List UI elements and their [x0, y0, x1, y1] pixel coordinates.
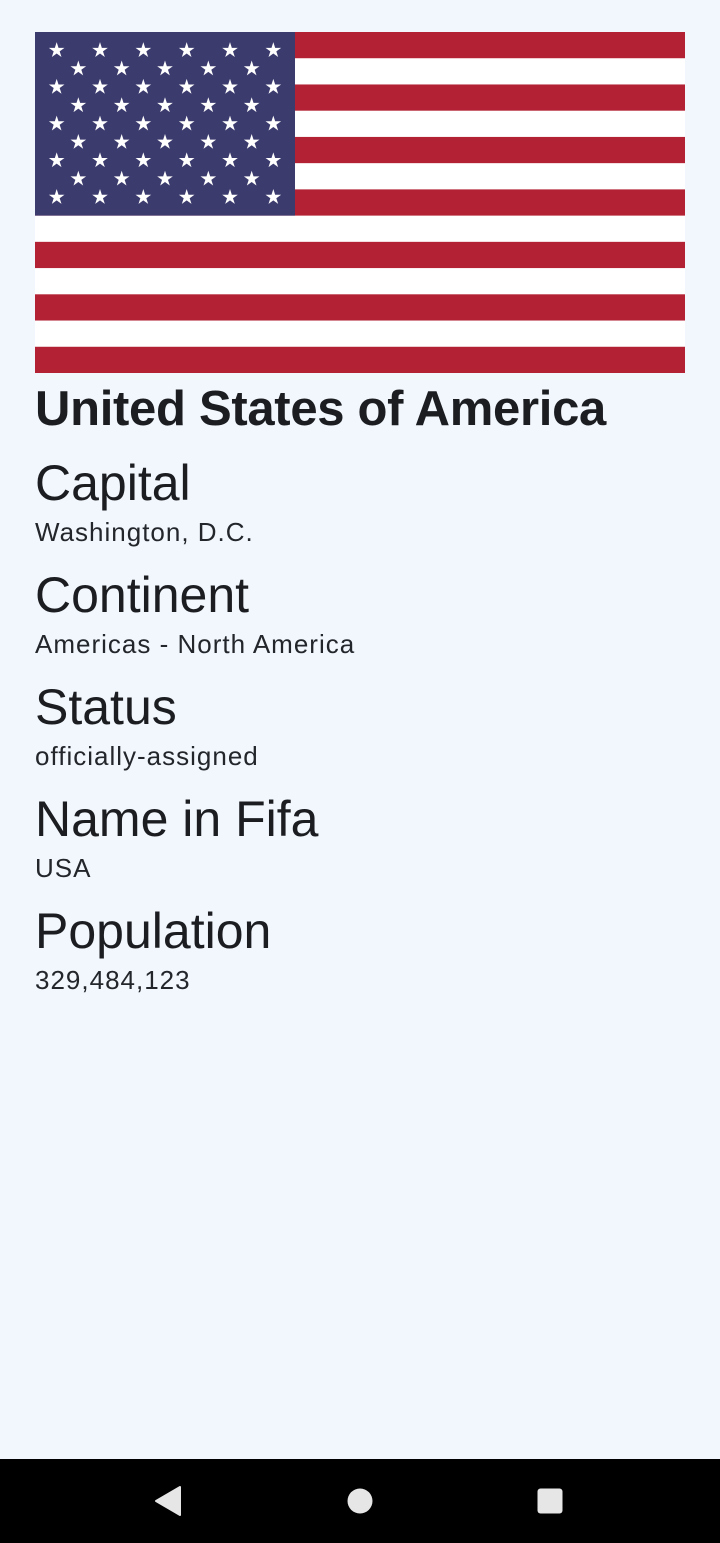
flag-stripe — [35, 294, 685, 322]
field-value: Washington, D.C. — [35, 517, 254, 547]
home-circle-icon — [347, 1488, 373, 1514]
flag-stripe — [35, 215, 685, 243]
field-value: officially-assigned — [35, 741, 259, 771]
field-value: Americas - North America — [35, 629, 356, 659]
country-name-heading: United States of America — [35, 382, 606, 436]
recents-square-icon — [537, 1488, 563, 1514]
us-flag-image — [35, 32, 685, 373]
field-label: Status — [35, 679, 177, 735]
flag-stripe — [35, 346, 685, 373]
system-navigation-bar — [0, 1459, 720, 1543]
field-label: Name in Fifa — [35, 791, 319, 847]
field-label: Continent — [35, 567, 250, 623]
field-value: 329,484,123 — [35, 965, 191, 995]
field-population: Population 329,484,123 — [35, 899, 685, 997]
field-label: Capital — [35, 455, 191, 511]
country-detail-content: United States of America Capital Washing… — [35, 32, 685, 997]
field-capital: Capital Washington, D.C. — [35, 451, 685, 549]
field-value: USA — [35, 853, 92, 883]
field-continent: Continent Americas - North America — [35, 563, 685, 661]
nav-back-button[interactable] — [128, 1459, 208, 1543]
nav-recents-button[interactable] — [510, 1459, 590, 1543]
nav-home-button[interactable] — [320, 1459, 400, 1543]
flag-stripe — [35, 241, 685, 269]
back-triangle-icon — [155, 1486, 181, 1516]
flag-stripe — [35, 268, 685, 295]
field-label: Population — [35, 903, 272, 959]
flag-stripe — [35, 320, 685, 348]
flag-canton — [35, 32, 295, 216]
country-detail-screen: United States of America Capital Washing… — [0, 0, 720, 1543]
field-fifa-name: Name in Fifa USA — [35, 787, 685, 885]
field-status: Status officially-assigned — [35, 675, 685, 773]
